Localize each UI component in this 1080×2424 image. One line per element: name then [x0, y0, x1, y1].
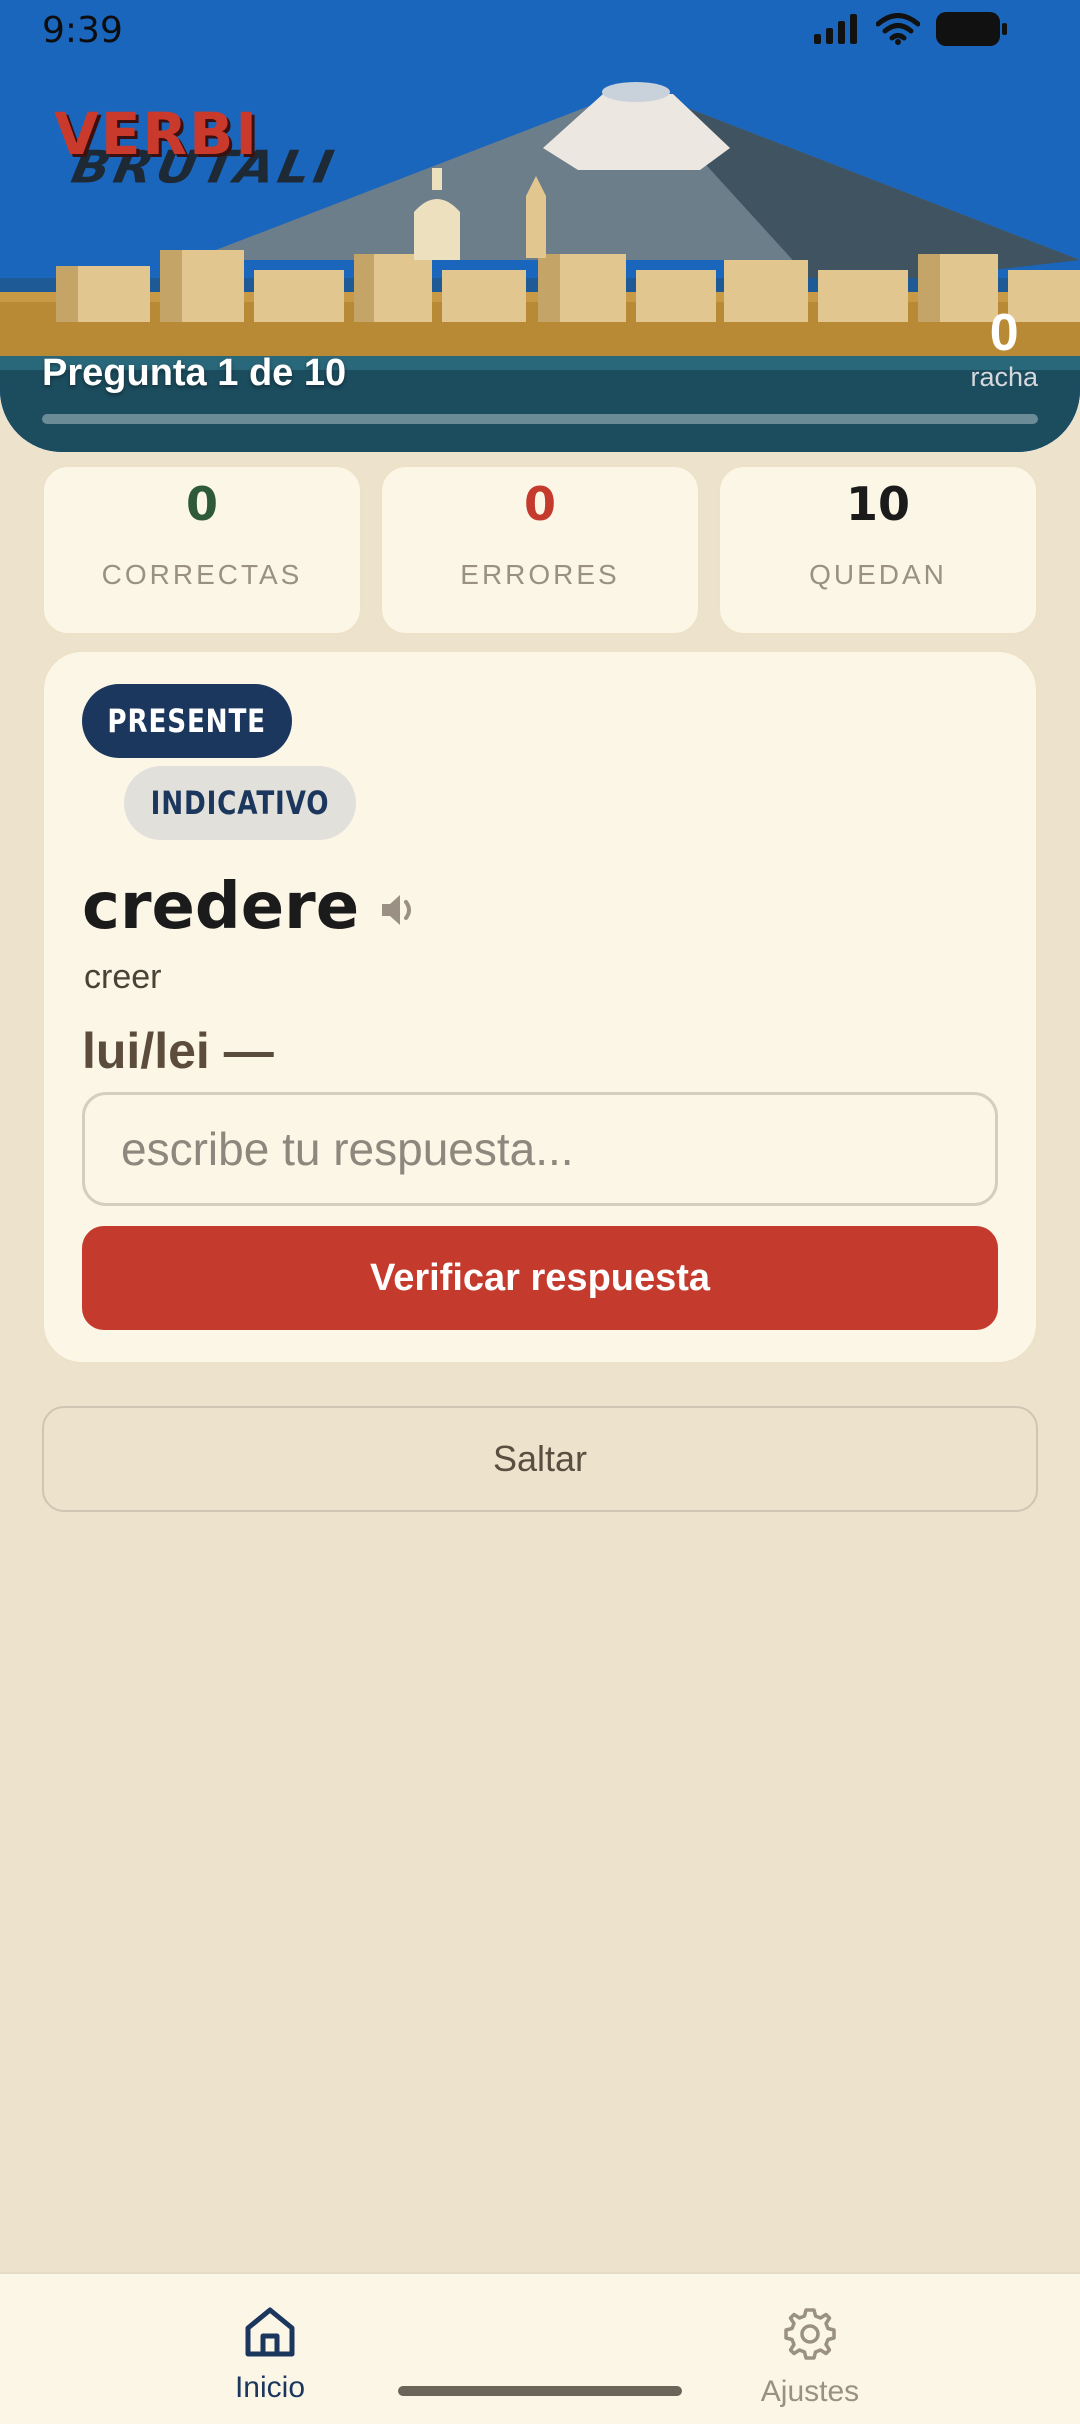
skip-button[interactable]: Saltar	[42, 1406, 1038, 1512]
wifi-icon	[876, 13, 920, 45]
status-icons	[814, 12, 1008, 46]
tab-home[interactable]: Inicio	[170, 2304, 370, 2405]
stat-correct-label: CORRECTAS	[101, 559, 303, 590]
streak-counter: 0 racha	[970, 304, 1038, 393]
speaker-icon[interactable]	[378, 890, 420, 930]
verify-button[interactable]: Verificar respuesta	[82, 1226, 998, 1330]
tense-badge: PRESENTE	[82, 684, 292, 758]
stat-remaining: 10 QUEDAN	[718, 465, 1038, 635]
logo-title: VERBI	[54, 100, 259, 168]
tab-bar: Inicio Ajustes	[0, 2272, 1080, 2424]
header-banner: 9:39 BRUTALI VERBI Pregunta 1 de 10 0 ra…	[0, 0, 1080, 452]
mood-badge: INDICATIVO	[124, 766, 356, 840]
tab-settings[interactable]: Ajustes	[710, 2304, 910, 2409]
mood-label: INDICATIVO	[150, 784, 330, 822]
question-card: PRESENTE INDICATIVO credere creer lui/le…	[42, 650, 1038, 1364]
answer-input[interactable]	[82, 1092, 998, 1206]
stat-remaining-label: QUEDAN	[809, 559, 947, 590]
stat-correct-value: 0	[185, 477, 218, 531]
stat-remaining-value: 10	[845, 477, 910, 531]
stat-correct: 0 CORRECTAS	[42, 465, 362, 635]
streak-value: 0	[989, 304, 1019, 362]
verb-infinitive: credere	[82, 870, 360, 944]
stat-errors: 0 ERRORES	[380, 465, 700, 635]
tab-home-label: Inicio	[234, 2371, 306, 2404]
gear-icon	[784, 2308, 836, 2360]
app-logo: BRUTALI VERBI	[50, 100, 347, 200]
signal-icon	[814, 14, 857, 44]
home-indicator	[398, 2386, 682, 2396]
question-counter: Pregunta 1 de 10	[42, 352, 347, 394]
streak-label: racha	[970, 362, 1038, 393]
tab-settings-label: Ajustes	[760, 2375, 860, 2408]
status-time: 9:39	[42, 10, 123, 51]
verb-translation: creer	[84, 958, 162, 996]
stats-row: 0 CORRECTAS 0 ERRORES 10 QUEDAN	[42, 465, 1038, 635]
stat-errors-label: ERRORES	[460, 559, 620, 590]
tense-label: PRESENTE	[107, 702, 267, 740]
battery-icon	[936, 12, 1007, 46]
stat-errors-value: 0	[523, 477, 556, 531]
pronoun-prompt: lui/lei —	[82, 1023, 274, 1079]
home-icon	[245, 2307, 295, 2357]
progress-bar	[42, 414, 1038, 424]
